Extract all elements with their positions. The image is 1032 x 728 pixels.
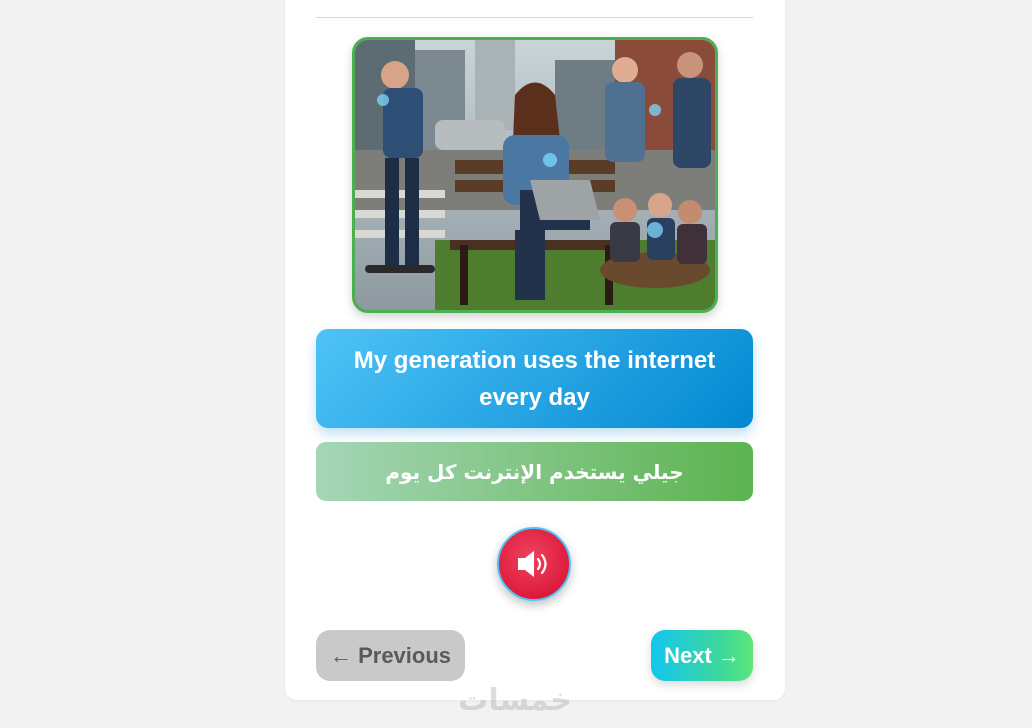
next-button-label: Next →	[664, 642, 740, 668]
arabic-translation: جيلي يستخدم الإنترنت كل يوم	[385, 459, 684, 484]
illustration-image	[352, 37, 718, 313]
english-sentence: My generation uses the internet every da…	[353, 346, 716, 411]
speaker-icon	[518, 551, 547, 577]
page: My generation uses the internet every da…	[0, 0, 1032, 728]
english-sentence-card: My generation uses the internet every da…	[316, 329, 753, 428]
play-audio-button[interactable]	[497, 527, 571, 601]
previous-button[interactable]: ← Previous	[316, 630, 465, 681]
illustration-scene	[355, 40, 715, 310]
previous-button-label: ← Previous	[329, 642, 452, 668]
arabic-translation-card: جيلي يستخدم الإنترنت كل يوم	[316, 442, 753, 501]
divider	[316, 17, 753, 18]
watermark: خمسات	[458, 682, 572, 718]
next-button[interactable]: Next →	[651, 630, 753, 681]
